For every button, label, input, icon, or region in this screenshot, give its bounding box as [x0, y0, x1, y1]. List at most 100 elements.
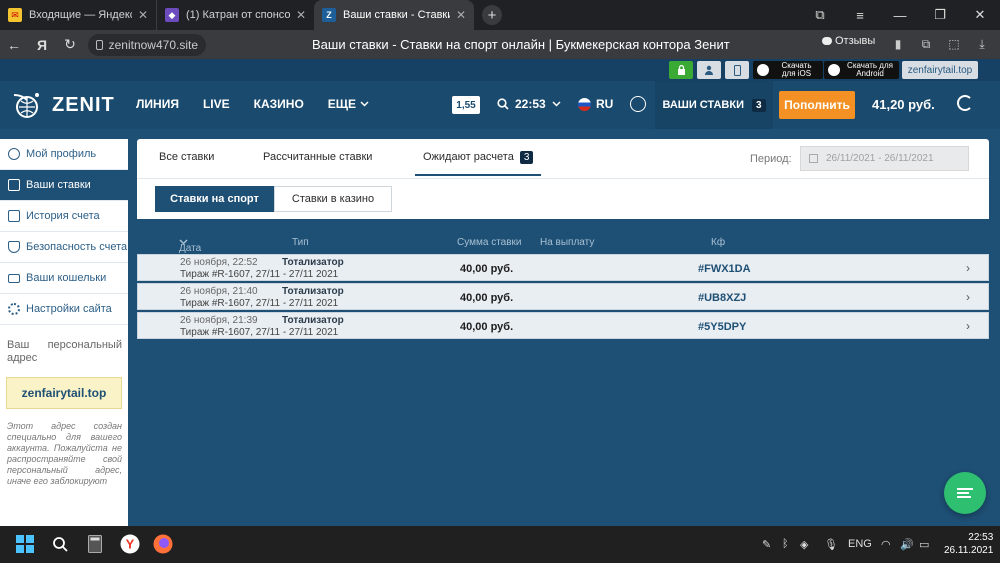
- close-icon[interactable]: ✕: [456, 8, 466, 22]
- calendar-icon: [8, 210, 20, 222]
- windows-start-icon[interactable]: [14, 533, 36, 555]
- col-date[interactable]: Дата приема: [179, 237, 214, 265]
- taskbar-time: 22:53: [968, 532, 994, 543]
- tab-settled-bets[interactable]: Рассчитанные ставки: [263, 151, 372, 163]
- search-icon[interactable]: [49, 533, 71, 555]
- gear-icon: [8, 303, 20, 315]
- firefox-icon[interactable]: [152, 533, 174, 555]
- my-bets-header-tab[interactable]: ВАШИ СТАВКИ 3: [655, 81, 773, 129]
- language-indicator[interactable]: ENG: [848, 538, 872, 550]
- url-field[interactable]: zenitnow470.site: [88, 33, 206, 56]
- zenit-globe-icon: [13, 93, 39, 118]
- bet-row[interactable]: 26 ноября, 22:52 Тотализатор Тираж #R-16…: [137, 254, 989, 281]
- microphone-icon[interactable]: 🎙: [824, 538, 838, 551]
- download-icon[interactable]: ⤓: [970, 33, 994, 55]
- sidebar-item-settings[interactable]: Настройки сайта: [0, 294, 128, 325]
- nav-line[interactable]: ЛИНИЯ: [136, 97, 179, 111]
- close-icon[interactable]: ✕: [296, 8, 306, 22]
- personal-address[interactable]: zenfairytail.top: [6, 377, 122, 409]
- restore-icon[interactable]: ❐: [920, 7, 960, 23]
- bets-tabs: Все ставки Рассчитанные ставки Ожидают р…: [137, 139, 989, 179]
- sidebar-item-history[interactable]: История счета: [0, 201, 128, 232]
- sidebar-item-wallets[interactable]: Ваши кошельки: [0, 263, 128, 294]
- profile-shortcut-button[interactable]: [697, 61, 721, 79]
- bet-row[interactable]: 26 ноября, 21:39 Тотализатор Тираж #R-16…: [137, 312, 989, 339]
- bookmark-icon[interactable]: ▮: [886, 33, 910, 55]
- bet-type: Тотализатор: [282, 315, 344, 326]
- security-tray-icon[interactable]: ◈: [800, 538, 808, 551]
- period-label: Период:: [750, 153, 792, 165]
- time-selector[interactable]: 22:53: [497, 97, 561, 111]
- user-icon: [8, 148, 20, 160]
- sidebar-item-security[interactable]: Безопасность счета: [0, 232, 128, 263]
- new-tab-button[interactable]: +: [482, 5, 502, 25]
- bet-date: 26 ноября, 21:40: [180, 286, 258, 297]
- language-selector[interactable]: RU: [578, 97, 613, 111]
- chevron-right-icon[interactable]: ›: [966, 319, 970, 333]
- chevron-right-icon[interactable]: ›: [966, 290, 970, 304]
- period-value: 26/11/2021 - 26/11/2021: [826, 153, 934, 164]
- pen-icon[interactable]: ✎: [762, 538, 771, 551]
- volume-icon[interactable]: 🔊: [900, 538, 914, 551]
- windows-taskbar: Y ✎ ᛒ ◈ 🎙 ENG ◠ 🔊 ▭ 22:53 26.11.2021: [0, 526, 1000, 563]
- sidebar-item-profile[interactable]: Мой профиль: [0, 139, 128, 170]
- calendar-icon: [809, 154, 818, 163]
- wallet-icon: [8, 273, 20, 283]
- reviews-button[interactable]: Отзывы: [822, 35, 875, 47]
- back-icon[interactable]: ←: [0, 37, 28, 53]
- bookmarks-icon[interactable]: ⧉: [800, 7, 840, 23]
- browser-tab-mail[interactable]: ✉ Входящие — Яндекс.Почта ✕: [0, 0, 157, 30]
- bets-panel: Все ставки Рассчитанные ставки Ожидают р…: [137, 139, 989, 339]
- reviews-label: Отзывы: [835, 35, 876, 47]
- bet-row[interactable]: 26 ноября, 21:40 Тотализатор Тираж #R-16…: [137, 283, 989, 310]
- tab-pending-bets[interactable]: Ожидают расчета 3: [415, 151, 542, 176]
- period-date-range[interactable]: 26/11/2021 - 26/11/2021: [800, 146, 969, 171]
- taskbar-clock[interactable]: 22:53 26.11.2021: [944, 531, 993, 557]
- phone-icon: [733, 64, 741, 76]
- calculator-icon[interactable]: [84, 533, 106, 555]
- battery-icon[interactable]: ▭: [919, 538, 929, 551]
- shield-icon: [8, 241, 20, 253]
- bluetooth-icon[interactable]: ᛒ: [782, 538, 789, 550]
- mirror-link[interactable]: zenfairytail.top: [902, 61, 978, 79]
- browser-tab-zenit[interactable]: Z Ваши ставки - Ставки на ✕: [314, 0, 474, 30]
- odds-format-button[interactable]: 1,55: [452, 96, 480, 114]
- sidebar-item-label: Ваши кошельки: [26, 272, 107, 284]
- browser-tab-vk[interactable]: ◆ (1) Катран от спонсора - З ✕: [157, 0, 314, 30]
- address-bar: ← Я ↻ zenitnow470.site Ваши ставки - Ста…: [0, 30, 1000, 59]
- menu-icon[interactable]: ≡: [840, 8, 880, 23]
- search-icon[interactable]: [497, 98, 509, 110]
- address-bar-tools: ▮ ⧉ ⬚ ⤓: [886, 33, 994, 55]
- close-icon[interactable]: ✕: [138, 8, 148, 22]
- wifi-icon[interactable]: ◠: [881, 538, 891, 551]
- minimize-icon[interactable]: —: [880, 8, 920, 23]
- chevron-right-icon[interactable]: ›: [966, 261, 970, 275]
- reload-icon[interactable]: ↻: [56, 36, 84, 53]
- tab-all-bets[interactable]: Все ставки: [159, 151, 214, 163]
- chat-button[interactable]: [944, 472, 986, 514]
- site-topstrip: Скачать для iOS Скачать для Android zenf…: [0, 59, 1000, 81]
- russia-flag-icon: [578, 97, 591, 111]
- download-android-button[interactable]: Скачать для Android: [824, 61, 899, 79]
- secure-lock-button[interactable]: [669, 61, 693, 79]
- nav-live[interactable]: LIVE: [203, 97, 230, 111]
- nav-more[interactable]: ЕЩЕ: [328, 97, 369, 111]
- account-icon[interactable]: [630, 96, 646, 112]
- android-label: Скачать для Android: [847, 61, 893, 78]
- mobile-version-button[interactable]: [725, 61, 749, 79]
- segment-casino-bets[interactable]: Ставки в казино: [274, 186, 392, 212]
- segment-sport-bets[interactable]: Ставки на спорт: [155, 186, 274, 212]
- personal-address-note: Этот адрес создан специально для вашего …: [7, 421, 122, 486]
- close-window-icon[interactable]: ✕: [960, 7, 1000, 23]
- refresh-balance-icon[interactable]: [957, 95, 973, 111]
- yandex-browser-icon[interactable]: Y: [119, 533, 141, 555]
- zenit-logo[interactable]: ZENIT: [10, 89, 115, 121]
- nav-casino[interactable]: КАЗИНО: [254, 97, 304, 111]
- chevron-down-icon: [360, 101, 369, 107]
- sidebar-item-bets[interactable]: Ваши ставки: [0, 170, 128, 201]
- download-ios-button[interactable]: Скачать для iOS: [753, 61, 823, 79]
- collections-icon[interactable]: ⧉: [914, 33, 938, 55]
- deposit-button[interactable]: Пополнить: [779, 91, 855, 119]
- yandex-icon[interactable]: Я: [28, 37, 56, 53]
- extensions-icon[interactable]: ⬚: [942, 33, 966, 55]
